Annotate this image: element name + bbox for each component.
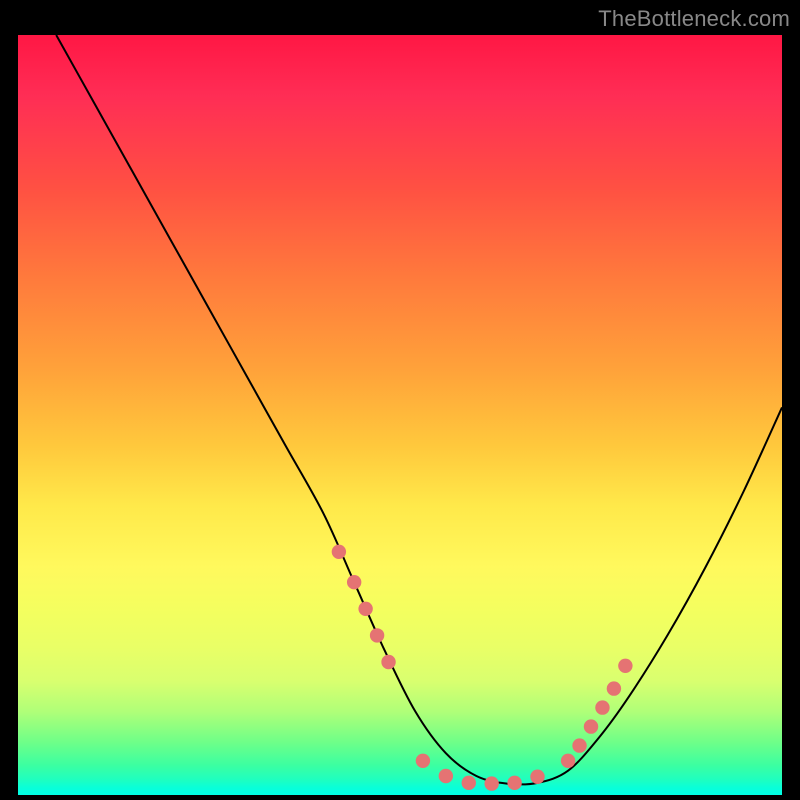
highlight-dot: [595, 700, 609, 714]
highlight-dot: [332, 545, 346, 559]
highlight-dot: [507, 776, 521, 790]
highlight-dot: [462, 776, 476, 790]
highlight-dot: [370, 628, 384, 642]
highlight-dot: [416, 754, 430, 768]
highlight-dot: [530, 770, 544, 784]
highlight-dot: [484, 776, 498, 790]
highlight-dot: [561, 754, 575, 768]
highlight-dots-group: [332, 545, 633, 791]
watermark-text: TheBottleneck.com: [598, 6, 790, 32]
highlight-dot: [572, 738, 586, 752]
highlight-dot: [584, 719, 598, 733]
plot-area: [18, 35, 782, 795]
highlight-dot: [439, 769, 453, 783]
bottleneck-curve-line: [56, 35, 782, 784]
highlight-dot: [347, 575, 361, 589]
highlight-dot: [607, 681, 621, 695]
chart-svg: [18, 35, 782, 795]
highlight-dot: [381, 655, 395, 669]
highlight-dot: [618, 659, 632, 673]
highlight-dot: [358, 602, 372, 616]
